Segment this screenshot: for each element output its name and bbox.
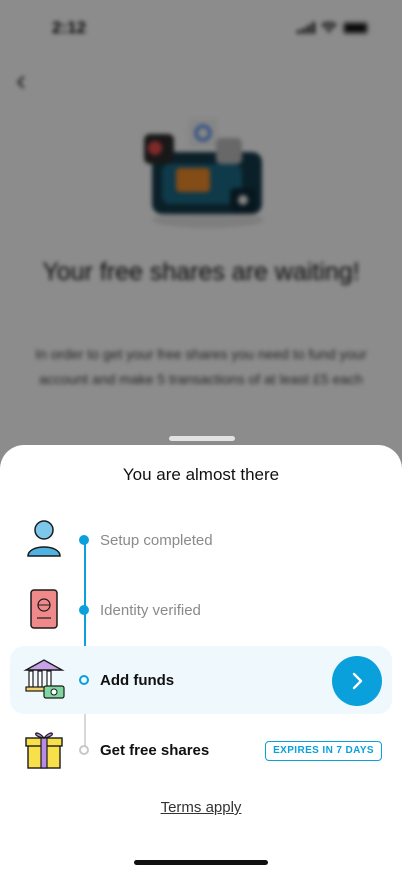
add-funds-button[interactable]: [332, 656, 382, 706]
bottom-sheet: You are almost there Setup completed Ide…: [0, 445, 402, 874]
step-label: Identity verified: [100, 602, 201, 619]
passport-icon: [30, 589, 58, 629]
chevron-right-icon: [352, 672, 363, 690]
step-get-free-shares: Get free shares EXPIRES IN 7 DAYS: [10, 716, 392, 784]
home-indicator[interactable]: [134, 860, 268, 865]
person-icon: [27, 520, 61, 557]
terms-link[interactable]: Terms apply: [0, 799, 402, 816]
bank-money-icon: [23, 659, 65, 699]
gift-icon: [25, 732, 63, 769]
step-setup-completed: Setup completed: [10, 506, 392, 574]
step-dot-pending: [79, 745, 89, 755]
step-label: Setup completed: [100, 532, 213, 549]
expires-badge: EXPIRES IN 7 DAYS: [265, 741, 382, 761]
step-dot-done: [79, 535, 89, 545]
sheet-handle[interactable]: [169, 436, 235, 441]
step-identity-verified: Identity verified: [10, 576, 392, 644]
step-label: Get free shares: [100, 742, 210, 759]
step-dot-current: [79, 675, 89, 685]
step-label: Add funds: [100, 672, 175, 689]
step-add-funds[interactable]: Add funds: [10, 646, 392, 714]
step-dot-done: [79, 605, 89, 615]
